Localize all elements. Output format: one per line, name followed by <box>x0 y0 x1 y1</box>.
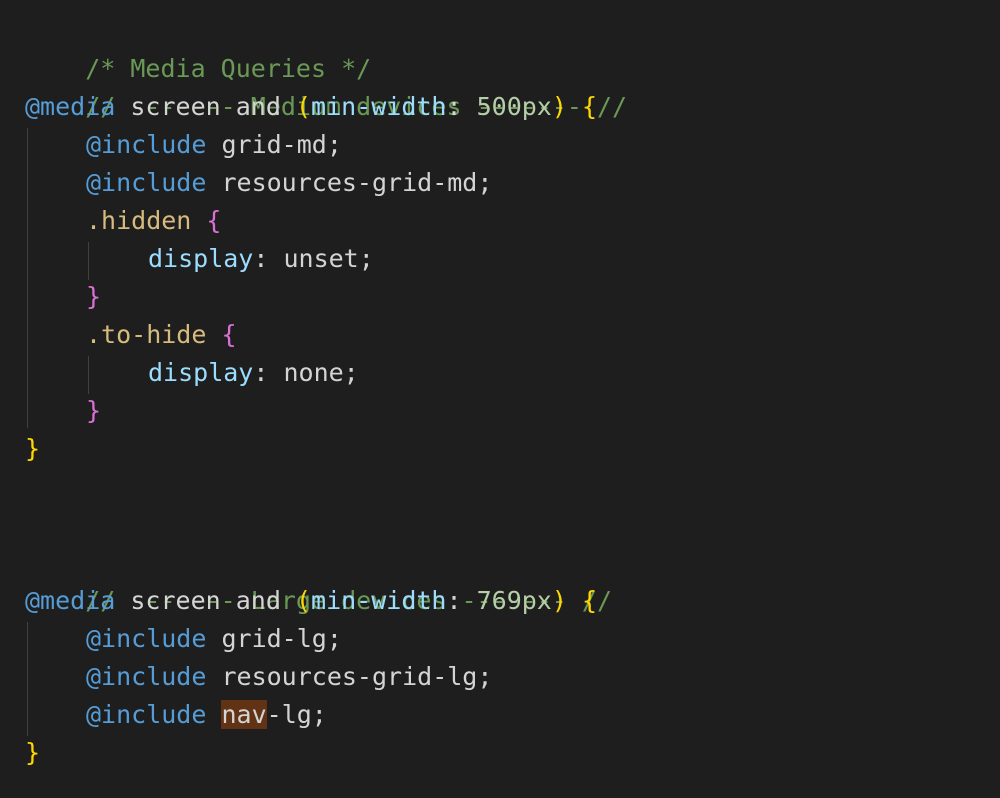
at-rule-token: @include <box>86 662 207 691</box>
brace-token: { <box>221 320 237 349</box>
punctuation-token: : <box>446 92 477 121</box>
brace-token: { <box>581 92 598 121</box>
at-rule-token: @include <box>86 700 207 729</box>
at-rule-token: @media <box>25 92 116 121</box>
value-token: -lg; <box>266 700 327 729</box>
code-line: display: none; <box>148 354 359 392</box>
media-type-token: screen <box>115 586 236 615</box>
code-line: @include nav-lg; <box>86 696 327 734</box>
number-token: 769px <box>476 586 552 615</box>
brace-token: { <box>581 586 598 615</box>
value-token: grid-lg; <box>206 624 342 653</box>
paren-token: ( <box>295 92 312 121</box>
code-line: } <box>25 734 40 772</box>
brace-token: { <box>206 206 222 235</box>
at-rule-token: @include <box>86 130 207 159</box>
code-line: @include grid-lg; <box>86 620 342 658</box>
code-line: @include grid-md; <box>86 126 342 164</box>
property-token: display <box>148 358 254 387</box>
code-line: @include resources-grid-md; <box>86 164 492 202</box>
value-token: : unset; <box>253 244 374 273</box>
selector-token: .hidden <box>86 206 192 235</box>
code-line: } <box>25 430 40 468</box>
indent-guide <box>88 356 89 394</box>
brace-token: } <box>86 396 102 425</box>
paren-token: ) <box>551 586 567 615</box>
code-editor[interactable]: /* Media Queries */ // ------- Medium de… <box>0 0 1000 798</box>
search-highlight: nav <box>221 700 267 729</box>
property-token: min-width <box>311 586 447 615</box>
at-rule-token: @include <box>86 624 207 653</box>
brace-token: } <box>86 282 102 311</box>
media-type-token: screen <box>115 92 236 121</box>
code-line: @include resources-grid-lg; <box>86 658 492 696</box>
paren-token: ( <box>295 586 312 615</box>
code-line: .hidden { <box>86 202 221 240</box>
at-rule-token: @include <box>86 168 207 197</box>
indent-guide <box>88 242 89 280</box>
code-line: /* Media Queries */ <box>25 12 371 83</box>
property-token: min-width <box>311 92 447 121</box>
value-token: grid-md; <box>206 130 342 159</box>
code-line: @media screen and (min-width: 769px) { <box>25 582 597 620</box>
paren-token: ) <box>551 92 567 121</box>
value-token: : none; <box>253 358 359 387</box>
indent-guide <box>27 128 28 428</box>
brace-token: } <box>25 434 41 463</box>
code-line: } <box>86 278 101 316</box>
number-token: 500px <box>476 92 552 121</box>
code-line: @media screen and (min-width: 500px) { <box>25 88 597 126</box>
value-token: resources-grid-md; <box>206 168 493 197</box>
keyword-token: and <box>235 586 281 615</box>
brace-token: } <box>25 738 41 767</box>
selector-token: .to-hide <box>86 320 207 349</box>
value-token: resources-grid-lg; <box>206 662 493 691</box>
code-line: // ------- Large devices ------- // <box>25 544 612 615</box>
code-line: } <box>86 392 101 430</box>
punctuation-token: : <box>446 586 477 615</box>
at-rule-token: @media <box>25 586 116 615</box>
code-line: display: unset; <box>148 240 374 278</box>
code-line: .to-hide { <box>86 316 237 354</box>
property-token: display <box>148 244 254 273</box>
keyword-token: and <box>235 92 281 121</box>
code-line: // ------- Medium devices ------- // <box>25 50 627 121</box>
